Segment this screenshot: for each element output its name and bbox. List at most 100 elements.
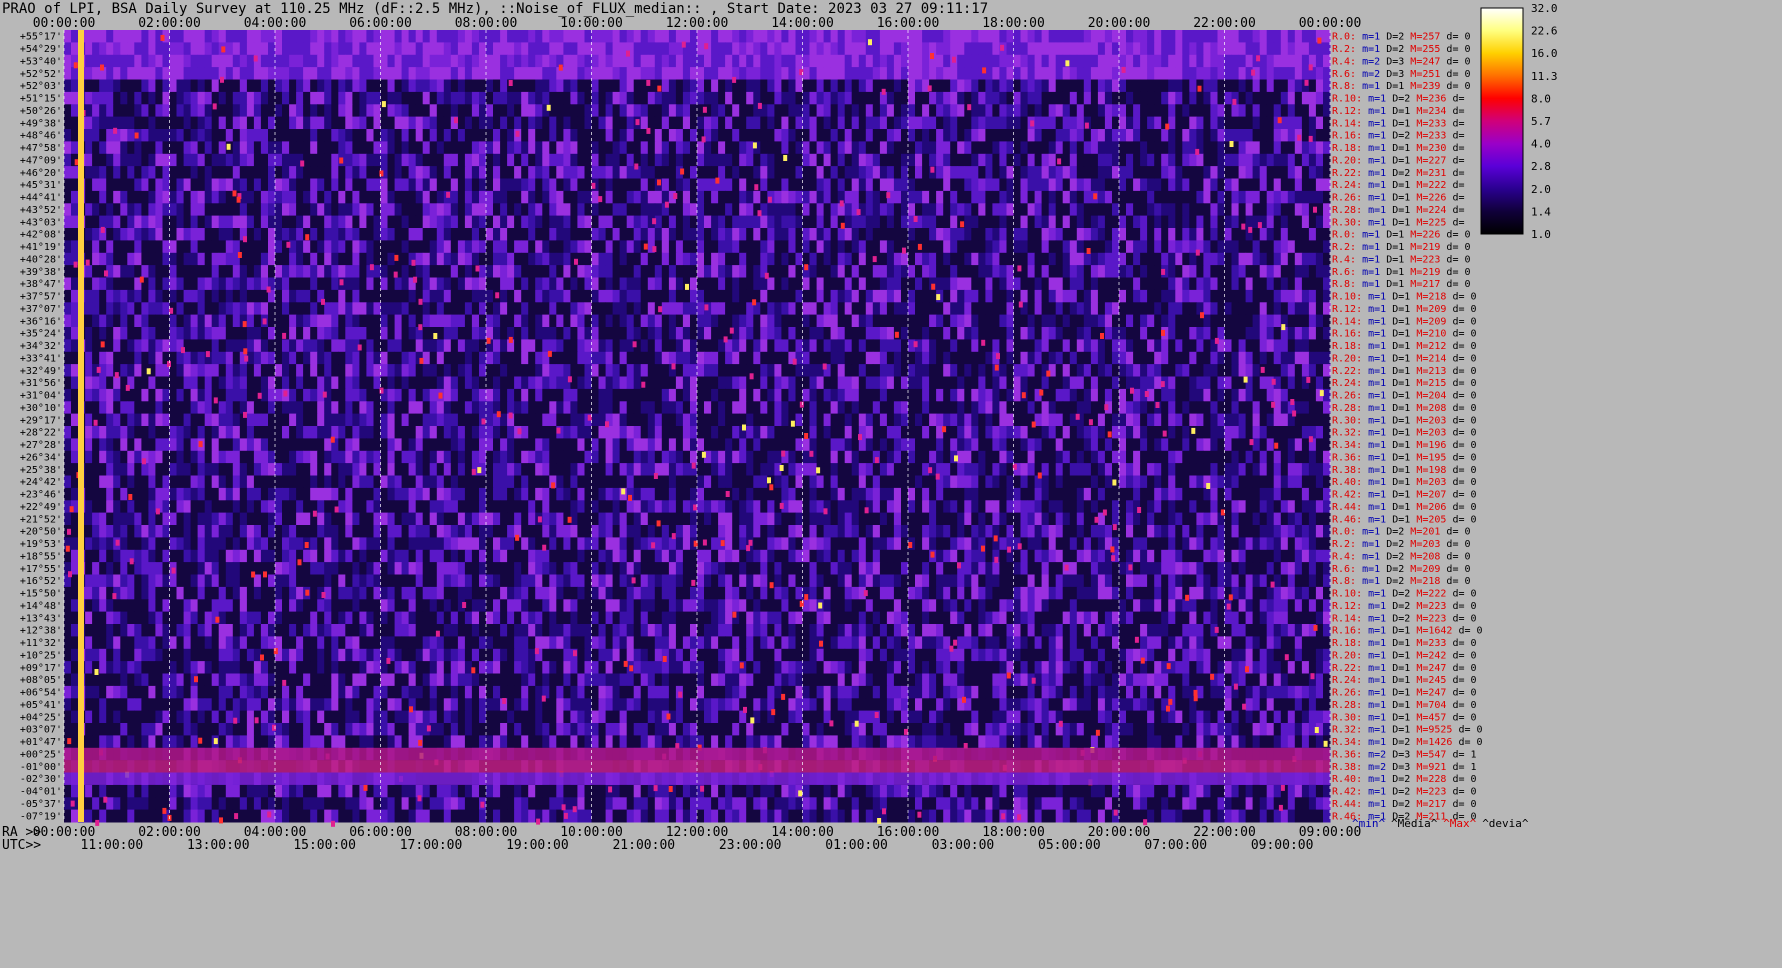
row-stats-field: D=2 — [1380, 564, 1404, 575]
row-stats-field: d= 1 — [1446, 749, 1476, 760]
row-stats-field: m=1 — [1362, 378, 1386, 389]
row-stats-field: D=1 — [1386, 403, 1410, 414]
row-stats-field: R.42: — [1332, 787, 1362, 798]
row-stats-label: R.42: m=1 D=2 M=223 d= 0 — [1332, 787, 1477, 798]
row-stats-label: R.4: m=1 D=1 M=223 d= 0 — [1332, 254, 1471, 265]
y-dec-tick-label: +13°43' — [20, 613, 62, 624]
row-stats-field: M=201 — [1404, 527, 1440, 538]
y-dec-tick-label: +29°17' — [20, 415, 62, 426]
row-stats-field: D=1 — [1386, 465, 1410, 476]
row-stats-field: d= — [1446, 118, 1464, 129]
y-dec-tick-label: +31°04' — [20, 391, 62, 402]
row-stats-field: m=1 — [1362, 774, 1386, 785]
row-stats-field: M=219 — [1404, 267, 1440, 278]
row-stats-field: d= 0 — [1440, 230, 1470, 241]
row-stats-field: D=2 — [1386, 601, 1410, 612]
x-utc-tick-label: 09:00:00 — [1251, 838, 1314, 853]
row-stats-field: m=1 — [1356, 279, 1380, 290]
row-stats-field: d= — [1446, 143, 1464, 154]
row-stats-field: m=1 — [1356, 576, 1380, 587]
row-stats-field: R.40: — [1332, 477, 1362, 488]
row-stats-field: R.6: — [1332, 564, 1356, 575]
row-stats-field: d= 0 — [1440, 242, 1470, 253]
row-stats-field: D=1 — [1386, 428, 1410, 439]
row-stats-field: d= 0 — [1446, 428, 1476, 439]
row-stats-field: m=1 — [1362, 180, 1386, 191]
row-stats-field: M=209 — [1410, 316, 1446, 327]
row-stats-field: R.6: — [1332, 69, 1356, 80]
row-stats-field: m=1 — [1362, 217, 1386, 228]
y-dec-tick-label: +12°38' — [20, 626, 62, 637]
row-stats-field: d= 0 — [1440, 32, 1470, 43]
row-stats-field: D=2 — [1386, 94, 1410, 105]
colorbar-tick-label: 1.4 — [1531, 205, 1551, 218]
row-stats-field: D=1 — [1386, 725, 1410, 736]
y-dec-tick-label: +31°56' — [20, 378, 62, 389]
row-stats-label: R.6: m=2 D=3 M=251 d= 0 — [1332, 69, 1471, 80]
row-stats-field: d= 0 — [1440, 576, 1470, 587]
row-stats-field: R.10: — [1332, 589, 1362, 600]
row-stats-field: m=1 — [1362, 514, 1386, 525]
x-top-tick-label: 20:00:00 — [1088, 16, 1151, 31]
row-stats-field: M=196 — [1410, 440, 1446, 451]
y-dec-tick-label: +40°28' — [20, 254, 62, 265]
row-stats-field: M=233 — [1410, 638, 1446, 649]
row-stats-field: d= 0 — [1446, 440, 1476, 451]
row-stats-field: R.14: — [1332, 613, 1362, 624]
row-stats-field: R.32: — [1332, 725, 1362, 736]
row-stats-field: R.0: — [1332, 527, 1356, 538]
stats-legend-item: ^min^ — [1352, 817, 1385, 830]
y-dec-tick-label: +25°38' — [20, 465, 62, 476]
row-stats-field: M=222 — [1410, 589, 1446, 600]
row-stats-field: R.14: — [1332, 118, 1362, 129]
row-stats-field: M=239 — [1404, 81, 1440, 92]
row-stats-field: D=2 — [1386, 589, 1410, 600]
row-stats-field: M=218 — [1404, 576, 1440, 587]
row-stats-field: M=218 — [1410, 292, 1446, 303]
x-top-tick-label: 06:00:00 — [349, 16, 412, 31]
y-dec-tick-label: +17°55' — [20, 564, 62, 575]
row-stats-field: M=208 — [1404, 551, 1440, 562]
row-stats-field: d= 0 — [1446, 787, 1476, 798]
row-stats-field: R.4: — [1332, 551, 1356, 562]
row-stats-field: m=2 — [1356, 69, 1380, 80]
row-stats-field: D=1 — [1386, 106, 1410, 117]
row-stats-label: R.8: m=1 D=1 M=217 d= 0 — [1332, 279, 1471, 290]
x-utc-tick-label: 01:00:00 — [825, 838, 888, 853]
row-stats-field: d= 0 — [1446, 490, 1476, 501]
row-stats-field: d= 0 — [1446, 589, 1476, 600]
row-stats-field: d= — [1446, 193, 1464, 204]
y-dec-tick-label: +03°07' — [20, 725, 62, 736]
y-dec-tick-label: +16°52' — [20, 576, 62, 587]
row-stats-field: m=1 — [1356, 527, 1380, 538]
y-dec-tick-label: +51°15' — [20, 94, 62, 105]
row-stats-field: R.10: — [1332, 94, 1362, 105]
row-stats-field: M=704 — [1410, 700, 1446, 711]
row-stats-field: D=1 — [1380, 81, 1404, 92]
row-stats-label: R.10: m=1 D=1 M=218 d= 0 — [1332, 292, 1477, 303]
row-stats-field: m=1 — [1356, 230, 1380, 241]
row-stats-field: R.26: — [1332, 391, 1362, 402]
y-dec-tick-label: +18°55' — [20, 551, 62, 562]
row-stats-field: m=1 — [1362, 725, 1386, 736]
stats-legend-item: ^Max^ — [1443, 817, 1476, 830]
row-stats-field: D=1 — [1386, 180, 1410, 191]
row-stats-field: d= 0 — [1452, 737, 1482, 748]
row-stats-field: d= 0 — [1446, 378, 1476, 389]
row-stats-field: M=212 — [1410, 341, 1446, 352]
row-stats-field: R.26: — [1332, 193, 1362, 204]
row-stats-field: M=230 — [1410, 143, 1446, 154]
y-dec-tick-label: +21°52' — [20, 514, 62, 525]
row-stats-field: m=1 — [1362, 391, 1386, 402]
row-stats-field: M=457 — [1410, 712, 1446, 723]
row-stats-field: d= 0 — [1446, 292, 1476, 303]
row-stats-field: M=231 — [1410, 168, 1446, 179]
row-stats-field: d= — [1446, 205, 1464, 216]
colorbar-tick-label: 2.8 — [1531, 160, 1551, 173]
row-stats-label: R.32: m=1 D=1 M=9525 d= 0 — [1332, 725, 1483, 736]
row-stats-field: d= 0 — [1446, 675, 1476, 686]
row-stats-field: D=3 — [1386, 749, 1410, 760]
row-stats-field: m=1 — [1362, 143, 1386, 154]
row-stats-label: R.38: m=1 D=1 M=198 d= 0 — [1332, 465, 1477, 476]
row-stats-field: M=247 — [1410, 688, 1446, 699]
